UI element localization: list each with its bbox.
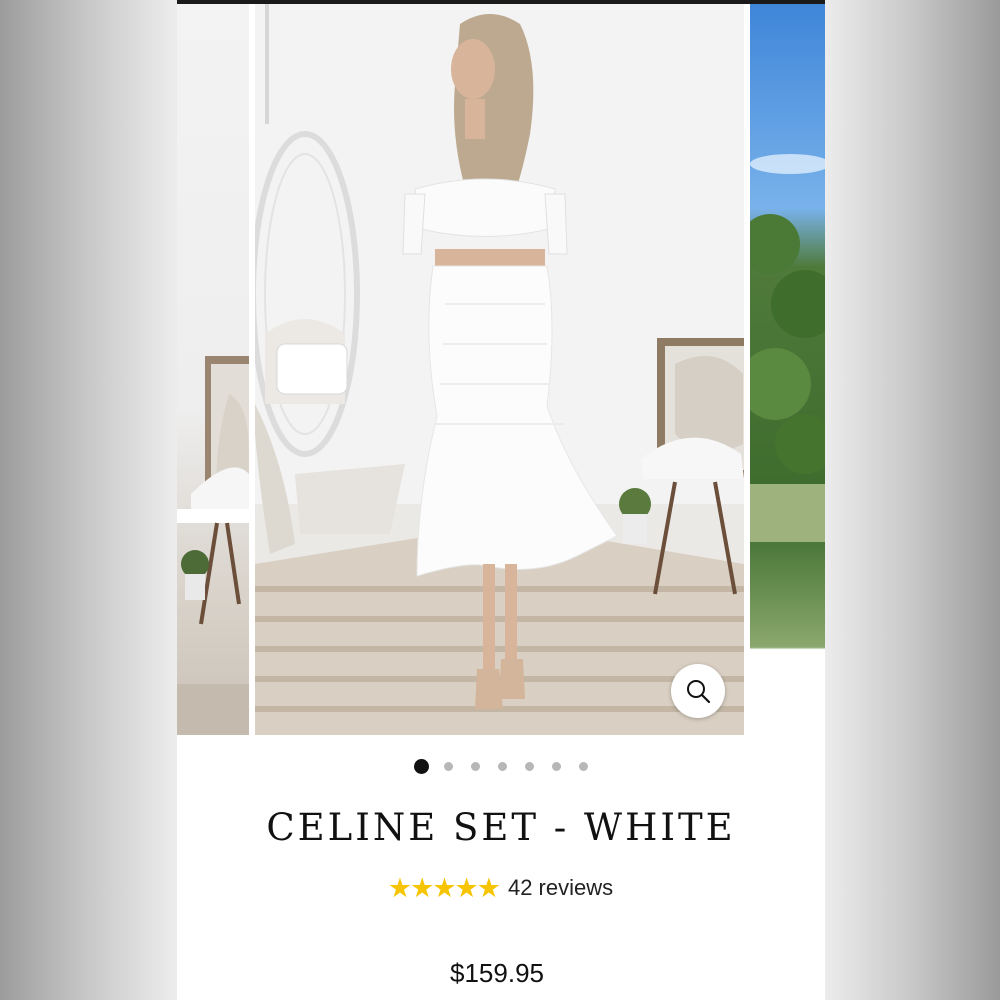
zoom-button[interactable] xyxy=(671,664,725,718)
product-image[interactable] xyxy=(255,4,744,735)
reviews-link[interactable]: 42 reviews xyxy=(508,872,613,904)
product-rating: ★★★★★ 42 reviews xyxy=(177,872,825,904)
previous-slide-image[interactable] xyxy=(177,4,249,735)
star-icon: ★ xyxy=(476,873,501,903)
pagination-dot[interactable] xyxy=(470,762,480,771)
product-title: CELINE SET - WHITE xyxy=(266,806,736,849)
rating-stars: ★★★★★ xyxy=(388,873,501,903)
star-icon: ★ xyxy=(410,873,435,903)
search-icon xyxy=(687,680,711,704)
pagination-dot[interactable] xyxy=(443,762,453,771)
pagination-dot[interactable] xyxy=(551,762,561,771)
carousel-pagination xyxy=(177,758,825,776)
product-page: CELINE SET - WHITE ★★★★★ 42 reviews $159.… xyxy=(177,0,825,1000)
next-slide-image[interactable] xyxy=(750,4,825,735)
pagination-dot[interactable] xyxy=(497,762,507,771)
image-carousel[interactable] xyxy=(177,4,825,735)
product-price: $159.95 xyxy=(450,958,544,988)
pagination-dot[interactable] xyxy=(413,759,429,774)
pagination-dot[interactable] xyxy=(578,762,588,771)
star-icon: ★ xyxy=(387,873,413,903)
star-icon: ★ xyxy=(432,873,457,903)
star-icon: ★ xyxy=(454,873,479,903)
pagination-dot[interactable] xyxy=(524,762,534,771)
